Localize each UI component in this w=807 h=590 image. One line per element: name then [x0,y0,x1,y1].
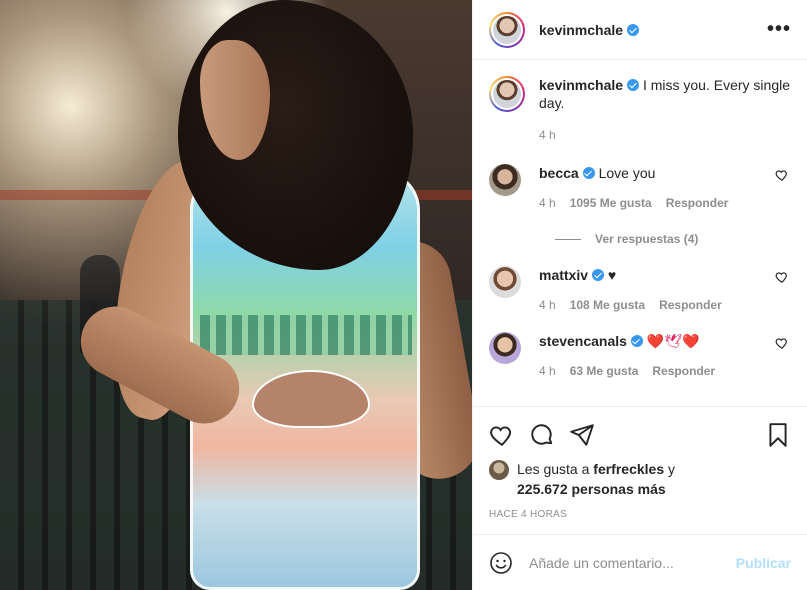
comment-likes[interactable]: 63 Me gusta [570,364,639,378]
comment-like-heart-icon[interactable] [775,336,789,350]
view-replies-label: Ver respuestas (4) [595,232,699,246]
verified-badge-icon [592,269,605,281]
liker-username[interactable]: ferfreckles [593,461,664,477]
comment-reply-button[interactable]: Responder [652,364,715,378]
add-comment-bar: Publicar [473,534,807,590]
post-dialog: kevinmchale ••• kevinmchale I miss you. … [0,0,807,590]
likes-prefix: Les gusta a [517,461,590,477]
comment-likes[interactable]: 108 Me gusta [570,298,645,312]
comment-like-heart-icon[interactable] [775,270,789,284]
post-photo[interactable] [0,0,472,590]
comment-reply-button[interactable]: Responder [659,298,722,312]
post-header: kevinmchale ••• [473,0,807,60]
post-actions: Les gusta a ferfreckles y 225.672 person… [473,406,807,534]
comments-section: kevinmchale I miss you. Every single day… [473,60,807,406]
share-icon[interactable] [569,422,595,448]
comment-reply-button[interactable]: Responder [666,196,729,210]
comment-username[interactable]: becca [539,165,579,181]
caption-username[interactable]: kevinmchale [539,77,623,93]
publish-button[interactable]: Publicar [736,555,791,571]
action-icons-row [489,415,791,455]
verified-badge-icon [627,79,640,91]
comment-item: mattxiv ♥ 4 h 108 Me gusta Responder [489,266,791,312]
caption-time[interactable]: 4 h [539,126,791,144]
comment-username[interactable]: stevencanals [539,333,627,349]
liker-avatar[interactable] [489,460,509,480]
comment-username[interactable]: mattxiv [539,267,588,283]
comment-text: ❤️🕊❤️ [646,333,700,349]
photo-dress-pattern [200,315,412,355]
comment-input[interactable] [529,554,736,571]
comment-text: Love you [598,165,656,181]
post-sidebar: kevinmchale ••• kevinmchale I miss you. … [472,0,807,590]
heart-icon[interactable] [489,422,515,448]
post-timestamp[interactable]: HACE 4 HORAS [489,509,791,520]
comment-time[interactable]: 4 h [539,364,556,378]
emoji-icon[interactable] [489,551,513,575]
caption: kevinmchale I miss you. Every single day… [489,76,791,144]
author-username[interactable]: kevinmchale [539,22,640,38]
verified-badge-icon [582,167,595,179]
likes-count[interactable]: 225.672 personas más [517,481,666,497]
comment-avatar[interactable] [489,332,521,364]
comment-like-heart-icon[interactable] [775,168,789,182]
view-replies-button[interactable]: Ver respuestas (4) [555,232,791,246]
comment-time[interactable]: 4 h [539,298,556,312]
author-avatar[interactable] [489,11,525,48]
replies-dash [555,238,581,240]
likes-conj: y [668,461,675,477]
comment-time[interactable]: 4 h [539,196,556,210]
more-options-icon[interactable]: ••• [767,18,791,41]
bookmark-icon[interactable] [765,422,791,448]
comment-item: becca Love you 4 h 1095 Me gusta Respond… [489,164,791,210]
comment-item: stevencanals ❤️🕊❤️ 4 h 63 Me gusta Respo… [489,332,791,378]
comment-icon[interactable] [529,422,555,448]
verified-badge-icon [630,335,643,347]
comment-text: ♥ [607,267,617,283]
caption-avatar[interactable] [489,76,525,112]
comment-likes[interactable]: 1095 Me gusta [570,196,652,210]
comment-avatar[interactable] [489,164,521,196]
verified-badge-icon [627,23,640,36]
likes-summary: Les gusta a ferfreckles y 225.672 person… [489,459,791,499]
comment-avatar[interactable] [489,266,521,298]
